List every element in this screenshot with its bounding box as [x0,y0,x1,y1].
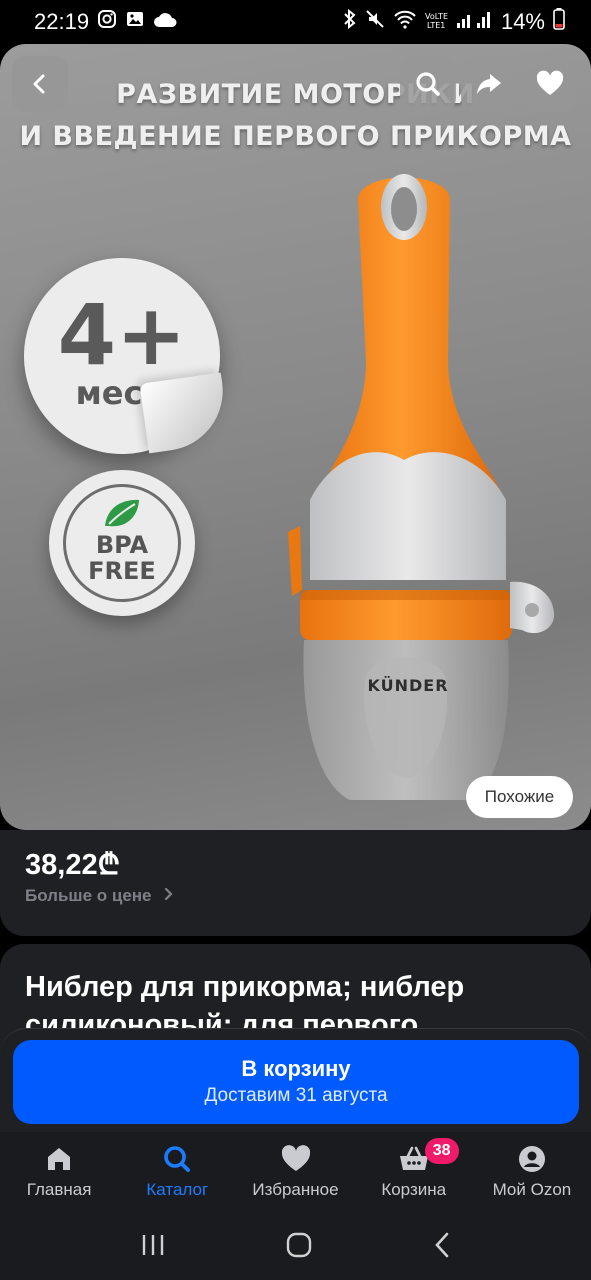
signal-icon [456,9,493,35]
bpa-free-sticker: BPA FREE [49,470,195,616]
status-time: 22:19 [34,9,90,34]
chevron-right-icon [164,886,174,906]
similar-button[interactable]: Похожие [466,776,573,818]
home-button-icon[interactable] [285,1231,313,1264]
nav-label-profile: Мой Ozon [492,1180,572,1199]
bpa-line1: BPA [95,531,149,559]
bluetooth-icon [343,8,357,35]
add-to-cart-button[interactable]: В корзину Доставим 31 августа [13,1040,579,1124]
bottom-nav: Главная Каталог Избранное Корзина 38 Мой… [0,1132,591,1214]
nav-item-profile[interactable]: Мой Ozon [473,1132,591,1214]
profile-icon [517,1142,547,1176]
nav-item-favorites[interactable]: Избранное [236,1132,354,1214]
battery-percent: 14% [500,9,545,34]
back-button[interactable] [12,56,68,112]
nibbler-illustration [288,174,555,800]
nav-item-catalog[interactable]: Каталог [118,1132,236,1214]
price-more-label: Больше о цене [25,886,152,905]
heart-icon [535,69,565,99]
heart-icon [280,1142,312,1176]
cart-count-badge: 38 [424,1138,459,1164]
price-card: 38,22₾ Больше о цене [0,830,591,936]
age-number: 4+ [57,286,187,384]
system-back-icon[interactable] [432,1231,452,1264]
nav-label-home: Главная [26,1180,92,1199]
wifi-icon [393,9,417,35]
instagram-icon [97,9,117,35]
leaf-icon [101,496,143,535]
price-value: 38,22₾ [25,849,120,881]
sticker-curl [139,372,231,454]
home-icon [44,1142,74,1176]
search-icon [413,69,443,99]
nav-label-catalog: Каталог [146,1180,209,1199]
age-sticker: 4+ мес [24,258,231,454]
system-nav-bar [0,1214,591,1280]
hero-title-line2: И ВВЕДЕНИЕ ПЕРВОГО ПРИКОРМА [19,121,572,152]
status-left: 22:19 [34,9,177,35]
battery-icon [553,8,565,36]
app-root: 22:19 VoLTE LTE1 14% РАЗВИТИЕ МОТОРИКИ И… [0,0,591,1280]
share-button[interactable] [461,56,517,112]
bpa-line2: FREE [88,557,156,585]
brand-mark: KÜNDER [367,676,449,695]
mute-icon [365,9,385,35]
bpa-text: BPA FREE [49,532,195,584]
svg-text:LTE1: LTE1 [427,21,445,30]
share-icon [474,69,504,99]
favorite-button[interactable] [522,56,578,112]
back-icon [26,70,54,98]
cloud-icon [153,9,177,35]
nav-label-cart: Корзина [381,1180,447,1199]
search-button[interactable] [400,56,456,112]
status-bar: 22:19 VoLTE LTE1 14% [0,0,591,44]
svg-text:VoLTE: VoLTE [425,12,448,21]
nav-item-cart[interactable]: Корзина 38 [355,1132,473,1214]
status-right: VoLTE LTE1 14% [343,8,565,36]
gallery-icon [125,9,145,35]
recent-apps-icon[interactable] [140,1233,166,1262]
search-icon [161,1142,193,1176]
volte-icon: VoLTE LTE1 [425,10,449,35]
add-to-cart-label: В корзину [241,1056,351,1081]
nav-item-home[interactable]: Главная [0,1132,118,1214]
delivery-date: Доставим 31 августа [204,1085,388,1106]
nav-label-favorites: Избранное [252,1180,339,1199]
price-more-link[interactable]: Больше о цене [25,886,174,906]
product-image[interactable]: РАЗВИТИЕ МОТОРИКИ И ВВЕДЕНИЕ ПЕРВОГО ПРИ… [0,44,591,830]
